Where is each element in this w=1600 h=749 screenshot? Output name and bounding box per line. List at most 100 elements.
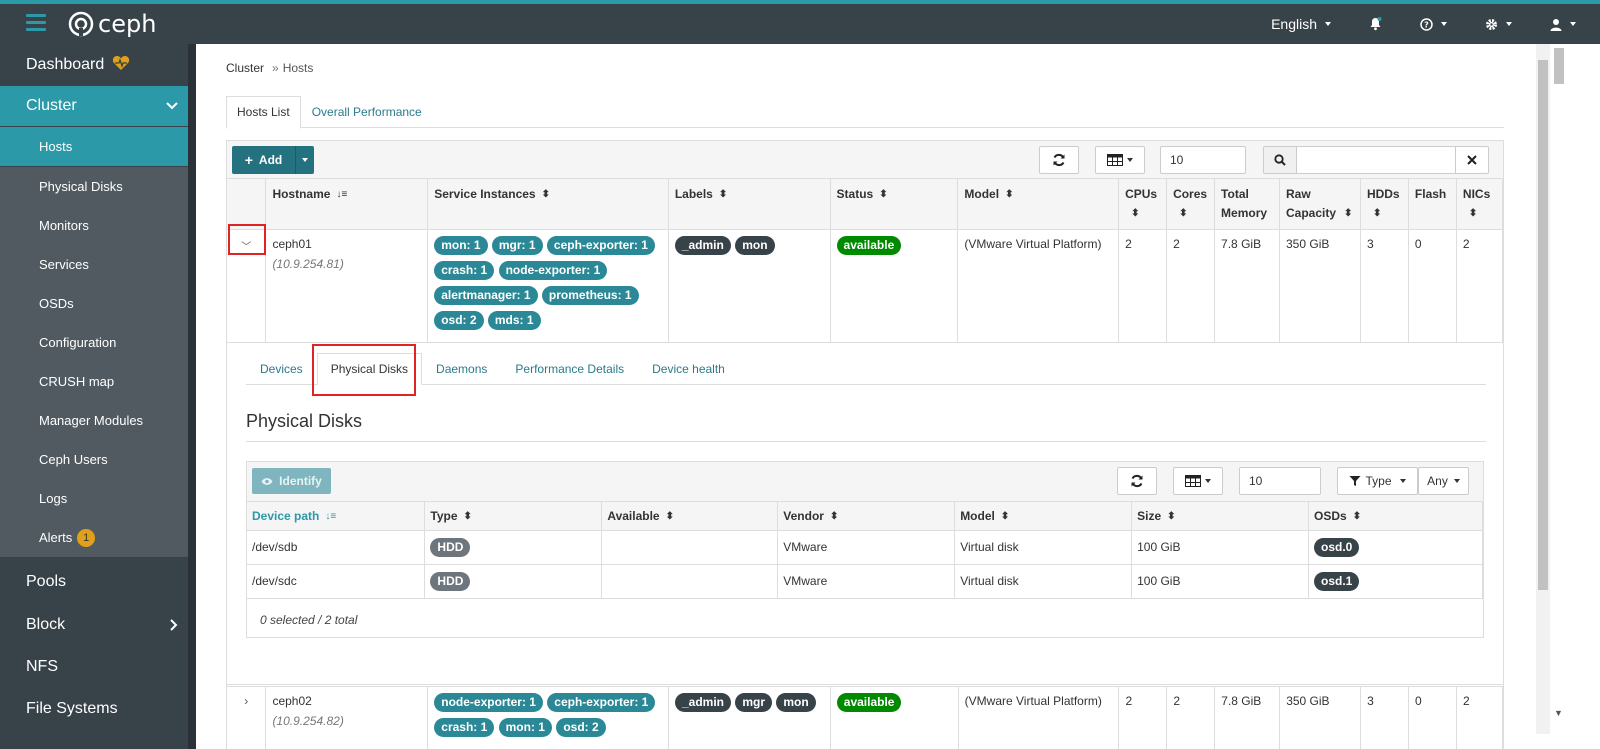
tab-hosts-list[interactable]: Hosts List: [226, 96, 301, 129]
notifications-bell-icon[interactable]: [1369, 17, 1382, 31]
column-header-device-path[interactable]: Device path ↓≡: [247, 502, 426, 531]
sidebar-scrollbar[interactable]: [188, 44, 196, 749]
tab-daemons[interactable]: Daemons: [422, 353, 501, 384]
sidebar-item-block[interactable]: Block: [0, 603, 188, 646]
sidebar-item-osds[interactable]: OSDs: [0, 284, 188, 323]
columns-toggle-button[interactable]: [1095, 146, 1145, 174]
menu-toggle-icon[interactable]: [26, 14, 46, 32]
sidebar-item-monitors[interactable]: Monitors: [0, 206, 188, 245]
refresh-button[interactable]: [1117, 467, 1157, 495]
any-filter-dropdown[interactable]: Any: [1418, 467, 1469, 495]
label-badge: _admin: [674, 236, 731, 256]
sidebar-item-label: Configuration: [39, 335, 117, 350]
sidebar-item-cluster[interactable]: Cluster: [0, 86, 188, 126]
column-header-flash[interactable]: Flash: [1408, 179, 1457, 231]
tab-devices[interactable]: Devices: [246, 353, 317, 384]
outer-scrollbar-thumb[interactable]: [1554, 48, 1564, 84]
table-row[interactable]: /dev/sdc HDD VMware Virtual disk 100 GiB…: [247, 564, 1483, 599]
user-dropdown[interactable]: [1550, 18, 1576, 31]
hostname: ceph02: [272, 694, 312, 708]
page-size-input[interactable]: 10: [1160, 146, 1246, 174]
column-header-hostname[interactable]: Hostname ↓≡: [265, 179, 429, 231]
table-row[interactable]: ﹀ ceph01 (10.9.254.81) mon: 1 mgr: 1 ceph…: [227, 229, 1504, 344]
tab-performance-details[interactable]: Performance Details: [501, 353, 638, 384]
column-header-hdds[interactable]: HDDs ⬍: [1360, 179, 1409, 231]
service-badge: mds: 1: [487, 311, 541, 331]
page-scrollbar[interactable]: [1536, 44, 1550, 734]
settings-dropdown[interactable]: [1485, 18, 1512, 31]
table-row[interactable]: › ceph02 (10.9.254.82) node-exporter: 1 c…: [227, 686, 1504, 749]
language-dropdown[interactable]: English: [1271, 16, 1331, 32]
sidebar-item-dashboard[interactable]: Dashboard: [0, 44, 188, 86]
memory-cell: 7.8 GiB: [1214, 229, 1280, 344]
sort-ascending-icon: ↓≡: [336, 189, 348, 201]
hostname: ceph01: [272, 237, 312, 252]
chevron-down-icon: [166, 102, 178, 110]
column-header-nics[interactable]: NICs⬍: [1456, 179, 1504, 231]
capacity-cell: 350 GiB: [1279, 686, 1362, 749]
brand-logo[interactable]: ceph: [68, 10, 156, 38]
hostname-cell: ceph01 (10.9.254.81): [265, 229, 429, 344]
column-header-model[interactable]: Model ⬍: [957, 179, 1120, 231]
refresh-icon: [1131, 474, 1143, 488]
type-filter-dropdown[interactable]: Type: [1337, 467, 1418, 495]
column-header-total-memory[interactable]: Total Memory: [1214, 179, 1280, 231]
column-header-size[interactable]: Size ⬍: [1131, 502, 1310, 531]
breadcrumb-cluster[interactable]: Cluster: [226, 61, 264, 75]
main-content: Cluster » Hosts Hosts List Overall Perfo…: [196, 44, 1536, 749]
sidebar-item-crush-map[interactable]: CRUSH map: [0, 362, 188, 401]
identify-button[interactable]: Identify: [252, 468, 331, 494]
column-header-type[interactable]: Type ⬍: [424, 502, 603, 531]
sidebar-item-label: Alerts: [39, 530, 73, 545]
outer-scrollbar[interactable]: ▼: [1550, 44, 1568, 734]
sidebar-item-manager-modules[interactable]: Manager Modules: [0, 401, 188, 440]
column-header-osds[interactable]: OSDs ⬍: [1308, 502, 1483, 531]
ceph-logo-icon: [68, 11, 94, 37]
scrollbar-thumb[interactable]: [1538, 60, 1548, 590]
tab-overall-performance[interactable]: Overall Performance: [301, 96, 433, 128]
sort-icon: ⬍: [665, 511, 674, 523]
sidebar-item-file-systems[interactable]: File Systems: [0, 688, 188, 730]
scroll-down-arrow-icon[interactable]: ▼: [1554, 708, 1563, 718]
sidebar-item-label: OSDs: [39, 296, 74, 311]
sidebar-item-physical-disks[interactable]: Physical Disks: [0, 167, 188, 206]
column-header-cpus[interactable]: CPUs ⬍: [1118, 179, 1168, 231]
sidebar-item-pools[interactable]: Pools: [0, 560, 188, 603]
sidebar-item-logs[interactable]: Logs: [0, 479, 188, 518]
column-header-service-instances[interactable]: Service Instances ⬍: [427, 179, 669, 231]
refresh-button[interactable]: [1039, 146, 1079, 174]
heartbeat-icon: [112, 55, 130, 76]
search-input[interactable]: [1296, 146, 1456, 174]
column-header-available[interactable]: Available ⬍: [601, 502, 779, 531]
labels-cell: _admin mgr mon: [668, 686, 831, 749]
capacity-cell: 350 GiB: [1279, 229, 1361, 344]
column-header-raw-capacity[interactable]: Raw Capacity ⬍: [1279, 179, 1361, 231]
sidebar-item-hosts[interactable]: Hosts: [0, 127, 188, 166]
sidebar-item-ceph-users[interactable]: Ceph Users: [0, 440, 188, 479]
column-header-model[interactable]: Model ⬍: [954, 502, 1133, 531]
sort-icon: ⬍: [1344, 208, 1353, 220]
expand-row-toggle[interactable]: ›: [227, 686, 267, 749]
highlight-box-physical-disks-tab: [312, 344, 416, 396]
column-header-cores[interactable]: Cores ⬍: [1166, 179, 1216, 231]
columns-toggle-button[interactable]: [1173, 467, 1223, 495]
hosts-table: Hostname ↓≡ Service Instances ⬍ Labels ⬍ St…: [227, 179, 1504, 344]
table-row[interactable]: /dev/sdb HDD VMware Virtual disk 100 GiB…: [247, 530, 1483, 565]
sidebar-item-services[interactable]: Services: [0, 245, 188, 284]
label-badge: _admin: [675, 693, 732, 712]
clear-search-button[interactable]: [1455, 146, 1489, 174]
column-header-vendor[interactable]: Vendor ⬍: [777, 502, 956, 531]
help-dropdown[interactable]: ?: [1420, 17, 1447, 31]
sidebar-item-alerts[interactable]: Alerts 1: [0, 518, 188, 557]
tab-device-health[interactable]: Device health: [638, 353, 739, 384]
column-header-status[interactable]: Status ⬍: [830, 179, 959, 231]
sidebar-item-configuration[interactable]: Configuration: [0, 323, 188, 362]
hdds-cell: 3: [1360, 686, 1410, 749]
column-header-labels[interactable]: Labels ⬍: [668, 179, 831, 231]
page-size-input[interactable]: 10: [1239, 467, 1321, 495]
status-cell: available: [830, 686, 959, 749]
add-dropdown-toggle[interactable]: [296, 146, 314, 174]
available-cell: [601, 530, 779, 565]
sidebar-item-nfs[interactable]: NFS: [0, 646, 188, 688]
add-host-button[interactable]: + Add: [232, 146, 314, 174]
